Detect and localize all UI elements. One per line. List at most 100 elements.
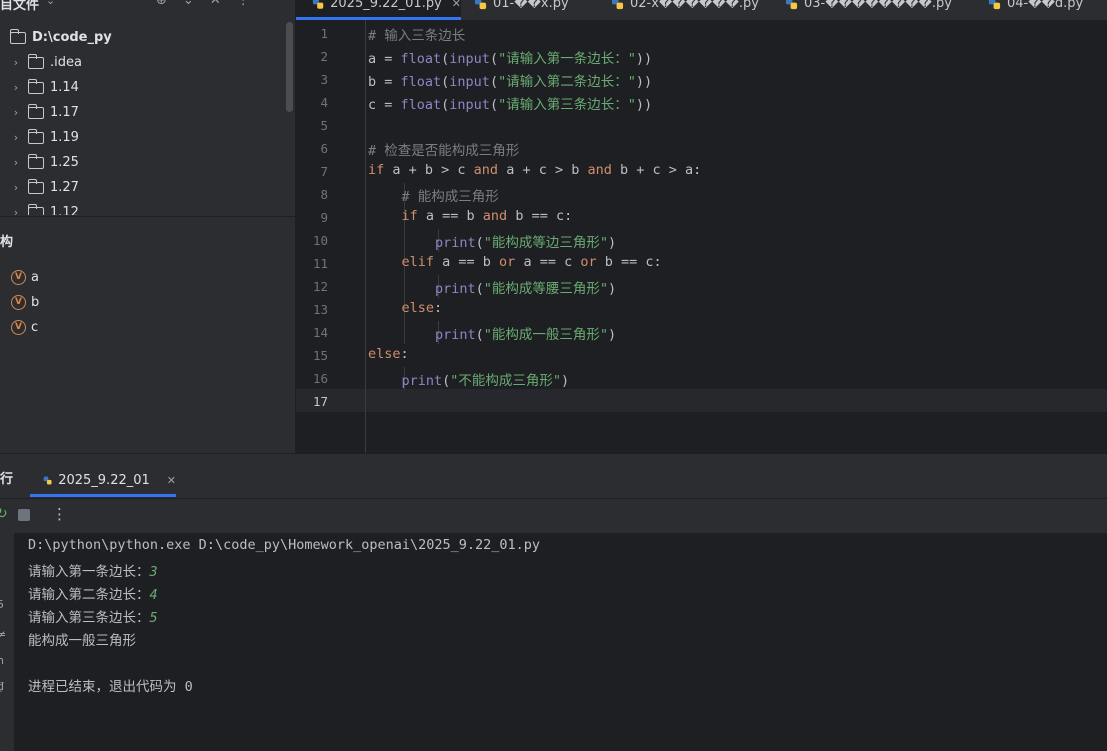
side-tool-icon[interactable]: 5 (0, 598, 4, 611)
tree-item[interactable]: › 1.25 (10, 150, 79, 175)
python-file-icon (474, 0, 487, 9)
line-number: 2 (320, 49, 328, 64)
console-output[interactable] (14, 533, 1107, 751)
chevron-right-icon[interactable]: › (10, 56, 22, 69)
code-line: print("能构成一般三角形") (435, 323, 616, 343)
editor-tab[interactable]: 01-��x.py (474, 0, 569, 20)
chevron-down-icon[interactable]: ⌄ (46, 0, 55, 7)
code-token: "请输入第一条边长：" (498, 51, 636, 67)
code-line: elif a == b or a == c or b == c: (402, 254, 662, 270)
code-token: c = (368, 97, 401, 113)
chevron-right-icon[interactable]: › (10, 156, 22, 169)
code-token: float (400, 74, 442, 90)
tree-item-label: 1.27 (50, 180, 79, 195)
side-tool-icon[interactable]: n (0, 654, 4, 667)
code-line: b = float(input("请输入第二条边长：")) (368, 70, 652, 90)
code-token: a == b (434, 254, 500, 270)
code-line: # 输入三条边长 (368, 24, 465, 44)
folder-icon (27, 178, 44, 194)
code-token: ( (475, 281, 484, 297)
folder-icon (27, 128, 44, 144)
console-text: D:\python\python.exe D:\code_py\Homework… (28, 537, 541, 553)
line-number: 4 (320, 95, 328, 110)
editor-tab[interactable]: 04-��d.py (988, 0, 1083, 20)
code-line: if a + b > c and a + c > b and b + c > a… (368, 162, 701, 178)
chevron-right-icon[interactable]: › (10, 106, 22, 119)
side-tool-icon[interactable]: ₫ (0, 680, 4, 693)
folder-icon (27, 153, 44, 169)
code-token: or (580, 254, 597, 270)
locate-icon[interactable]: ⊕ (156, 0, 167, 8)
code-token: float (400, 97, 442, 113)
console-text: 请输入第三条边长： (28, 610, 150, 626)
code-token: or (499, 254, 516, 270)
tree-root[interactable]: D:\code_py (9, 25, 112, 50)
structure-item[interactable]: V a (11, 267, 39, 287)
code-token: print (401, 373, 443, 389)
tree-item[interactable]: › 1.17 (10, 100, 79, 125)
expand-icon[interactable]: ⌄ (183, 0, 194, 8)
close-icon[interactable]: ✕ (452, 0, 461, 10)
gutter-divider (365, 20, 366, 453)
line-number: 13 (312, 302, 328, 317)
console-text: 能构成一般三角形 (28, 633, 136, 649)
run-tab[interactable]: 2025_9.22_01 ✕ (30, 462, 176, 498)
close-icon[interactable]: ✕ (167, 474, 176, 487)
editor-tab[interactable]: 03-��������.py (785, 0, 952, 20)
line-number: 9 (320, 210, 328, 225)
console-user-input: 4 (149, 587, 158, 603)
code-token: "能构成等边三角形" (483, 235, 609, 251)
code-line: else: (402, 300, 443, 316)
code-line: # 能构成三角形 (402, 185, 499, 205)
structure-item[interactable]: V c (11, 317, 38, 337)
chevron-right-icon[interactable]: › (10, 181, 22, 194)
code-token: "不能构成三角形" (450, 373, 562, 389)
console-user-input: 3 (149, 564, 158, 580)
panel-divider[interactable] (0, 216, 295, 217)
stop-icon[interactable] (18, 509, 30, 521)
side-tool-icon[interactable]: ≠ (0, 628, 6, 641)
variable-icon: V (11, 294, 26, 310)
project-panel-title[interactable]: 目文件 (0, 0, 39, 12)
tree-item[interactable]: › 1.27 (10, 175, 79, 200)
code-line: # 检查是否能构成三角形 (368, 139, 519, 159)
tree-item[interactable]: › 1.14 (10, 75, 79, 100)
editor-tab-label: 04-��d.py (1007, 0, 1084, 11)
editor-tab[interactable]: 02-x������.py (611, 0, 759, 20)
code-token: elif (401, 254, 435, 270)
code-token: # 输入三条边长 (368, 28, 466, 44)
tree-scrollbar[interactable] (286, 22, 293, 112)
tree-item[interactable]: › 1.19 (10, 125, 79, 150)
code-line: if a == b and b == c: (402, 208, 573, 224)
code-line: print("能构成等腰三角形") (435, 277, 616, 297)
chevron-right-icon[interactable]: › (10, 206, 22, 215)
chevron-right-icon[interactable]: › (10, 131, 22, 144)
tree-item-label: .idea (50, 55, 82, 70)
tree-item[interactable]: › .idea (10, 50, 82, 75)
editor-tabs: 2025_9.22_01.py ✕ 01-��x.py 02-x������.p… (296, 0, 1107, 20)
tree-item[interactable]: › 1.12 (10, 200, 79, 215)
code-line: a = float(input("请输入第一条边长：")) (368, 47, 652, 67)
code-line: c = float(input("请输入第三条边长：")) (368, 93, 652, 113)
code-token: a == c (515, 254, 581, 270)
indent-guide (404, 275, 405, 298)
editor-tab[interactable]: 2025_9.22_01.py ✕ (296, 0, 461, 20)
more-icon[interactable]: ⋮ (52, 505, 67, 523)
console-text: 进程已结束，退出代码为 0 (28, 679, 193, 695)
code-token: ) (608, 327, 617, 343)
collapse-icon[interactable]: ✕ (210, 0, 221, 8)
more-icon[interactable]: ⋮ (237, 0, 250, 8)
code-token: ( (489, 74, 499, 90)
chevron-right-icon[interactable]: › (10, 81, 22, 94)
run-tab-label: 2025_9.22_01 (58, 472, 150, 488)
editor-tab-label: 01-��x.py (493, 0, 569, 11)
console-text: 请输入第二条边长： (28, 587, 150, 603)
code-token: a + c > b (498, 162, 588, 178)
python-file-icon (611, 0, 624, 9)
line-number: 16 (312, 371, 328, 386)
console-line: 请输入第一条边长：3 (28, 560, 158, 580)
code-token: ( (489, 51, 499, 67)
structure-item[interactable]: V b (11, 292, 39, 312)
run-panel-title: 行 (0, 472, 14, 487)
rerun-icon[interactable]: ↻ (0, 506, 8, 522)
